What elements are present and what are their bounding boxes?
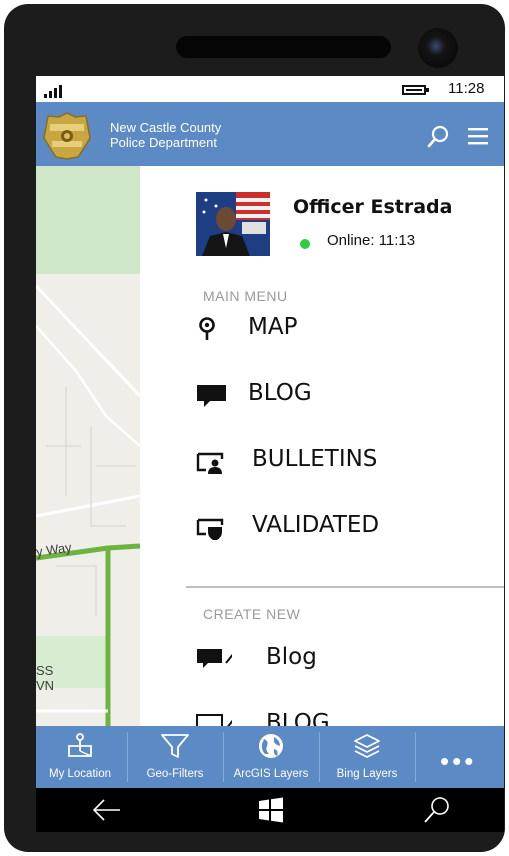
new-blog-icon [197,649,232,668]
map-area-label-1: SS [36,663,54,678]
map-pin-icon [199,317,215,340]
create-item-label: BLOG [266,710,330,726]
my-location-button[interactable]: My Location [36,726,124,788]
app-title-line2: Police Department [110,135,217,150]
menu-item-map[interactable]: MAP [196,306,496,352]
map-canvas [36,166,140,726]
battery-icon [402,85,429,95]
app-title: New Castle County Police Department [110,120,221,150]
bulletin-person-icon [196,452,224,474]
online-status-dot [300,239,310,249]
arcgis-layers-button[interactable]: ArcGIS Layers [226,726,316,788]
bottom-bar-separator [415,732,416,782]
bing-layers-button[interactable]: Bing Layers [322,726,412,788]
bottom-bar-separator [223,732,224,782]
earpiece-speaker [176,36,391,58]
bottom-bar-separator [319,732,320,782]
menu-item-label: BLOG [248,380,312,406]
create-item-label: Blog [266,644,317,670]
search-icon[interactable] [426,124,450,148]
layers-icon [354,734,380,758]
menu-item-bulletins[interactable]: BULLETINS [196,438,496,484]
filter-icon [161,734,189,758]
status-time: 11:28 [448,80,485,97]
new-blog-icon [196,714,232,726]
menu-divider [186,586,504,588]
app-title-line1: New Castle County [110,120,222,135]
more-options-button[interactable]: ••• [440,746,476,777]
menu-item-validated[interactable]: VALIDATED [196,504,496,550]
status-bar: 11:28 [36,76,504,102]
create-new-blog[interactable]: Blog [196,636,496,682]
validated-shield-icon [196,518,224,540]
front-camera [418,28,458,68]
phone-frame: 11:28 New Castle County Police Departmen… [4,4,505,852]
create-new-header: CREATE NEW [203,606,301,622]
search-icon[interactable] [422,796,452,824]
geo-filters-button[interactable]: Geo-Filters [130,726,220,788]
my-location-icon [68,733,92,757]
navigation-drawer: Officer Estrada Online: 11:13 MAIN MENU … [140,166,504,726]
back-arrow-icon[interactable] [92,796,122,824]
bottom-app-bar: My Location Geo-Filters ArcGIS Layers Bi… [36,726,504,788]
globe-icon [259,734,283,758]
signal-strength-icon [44,82,62,98]
my-location-label: My Location [48,768,111,780]
map-view[interactable]: y Way SS VN [36,166,140,726]
menu-item-blog[interactable]: BLOG [196,372,496,418]
phone-screen: 11:28 New Castle County Police Departmen… [36,76,504,832]
system-nav-bar [36,788,504,832]
hamburger-menu-icon[interactable] [468,127,488,145]
menu-item-label: VALIDATED [252,512,380,538]
windows-start-icon[interactable] [256,796,286,824]
main-menu-header: MAIN MENU [203,288,288,304]
menu-item-label: MAP [248,314,298,340]
create-new-blog-2[interactable]: BLOG [196,702,496,726]
bottom-bar-separator [127,732,128,782]
speech-bubble-icon [197,385,226,407]
map-area-label-2: VN [36,678,55,693]
police-badge-icon [43,112,91,160]
arcgis-layers-label: ArcGIS Layers [233,768,309,780]
bing-layers-label: Bing Layers [336,768,398,780]
officer-name: Officer Estrada [293,196,453,218]
menu-item-label: BULLETINS [252,446,378,472]
officer-avatar[interactable] [196,192,270,256]
app-header: New Castle County Police Department [36,102,504,166]
online-status-text: Online: 11:13 [327,232,416,249]
geo-filters-label: Geo-Filters [146,768,204,780]
